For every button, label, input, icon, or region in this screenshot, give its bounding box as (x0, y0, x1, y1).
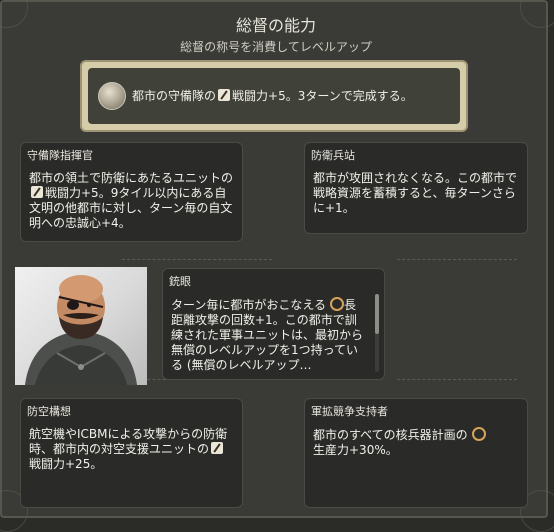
ability-title: 銃眼 (169, 275, 191, 288)
ability-description: ターン毎に都市がおこなえる 長距離攻撃の回数+1。この都市で訓練された軍事ユニット… (171, 297, 364, 372)
panel-subtitle: 総督の称号を消費してレベルアップ (180, 40, 372, 54)
connector-line (397, 379, 517, 380)
governor-portrait (15, 267, 147, 385)
ability-card-embrasure[interactable]: 銃眼 ターン毎に都市がおこなえる 長距離攻撃の回数+1。この都市で訓練された軍事ユ… (162, 268, 385, 380)
base-ability-text: 都市の守備隊の 戦闘力+5。3ターンで完成する。 (132, 89, 413, 103)
connector-line (122, 259, 272, 260)
ability-description: 都市が攻囲されなくなる。この都市で戦略資源を蓄積すると、毎ターンさらに+1。 (313, 171, 518, 215)
ability-title: 防空構想 (27, 405, 71, 418)
ability-card-arms-race[interactable]: 軍拡競争支持者 都市のすべての核兵器計画の 生産力+30%。 (304, 398, 528, 508)
medal-icon (98, 82, 126, 110)
ability-card-air-defense[interactable]: 防空構想 航空機やICBMによる攻撃からの防衛時、都市内の対空支援ユニットの戦闘… (20, 398, 243, 508)
governor-abilities-panel: 総督の能力 総督の称号を消費してレベルアップ 都市の守備隊の 戦闘力+5。3ターン… (0, 0, 554, 532)
combat-strength-icon (31, 186, 43, 198)
scrollbar-thumb[interactable] (375, 294, 379, 334)
ability-title: 軍拡競争支持者 (311, 405, 388, 418)
ability-description: 都市の領土で防衛にあたるユニットの戦闘力+5。9タイル以内にある自文明の他都市に… (29, 171, 234, 230)
ability-card-garrison-commander[interactable]: 守備隊指揮官 都市の領土で防衛にあたるユニットの戦闘力+5。9タイル以内にある自… (20, 142, 243, 242)
ability-description: 航空機やICBMによる攻撃からの防衛時、都市内の対空支援ユニットの戦闘力+25。 (29, 427, 228, 471)
ranged-strike-icon (330, 297, 345, 311)
production-icon (471, 427, 486, 441)
panel-title: 総督の能力 (235, 16, 316, 35)
combat-strength-icon (218, 89, 231, 101)
ability-card-defense-logistics[interactable]: 防衛兵站 都市が攻囲されなくなる。この都市で戦略資源を蓄積すると、毎ターンさらに… (304, 142, 528, 234)
base-ability-card[interactable]: 都市の守備隊の 戦闘力+5。3ターンで完成する。 (80, 60, 468, 132)
ability-title: 守備隊指揮官 (27, 149, 93, 162)
ability-title: 防衛兵站 (311, 149, 355, 162)
ability-description: 都市のすべての核兵器計画の 生産力+30%。 (313, 427, 519, 458)
connector-line (397, 259, 517, 260)
combat-strength-icon (211, 442, 224, 454)
